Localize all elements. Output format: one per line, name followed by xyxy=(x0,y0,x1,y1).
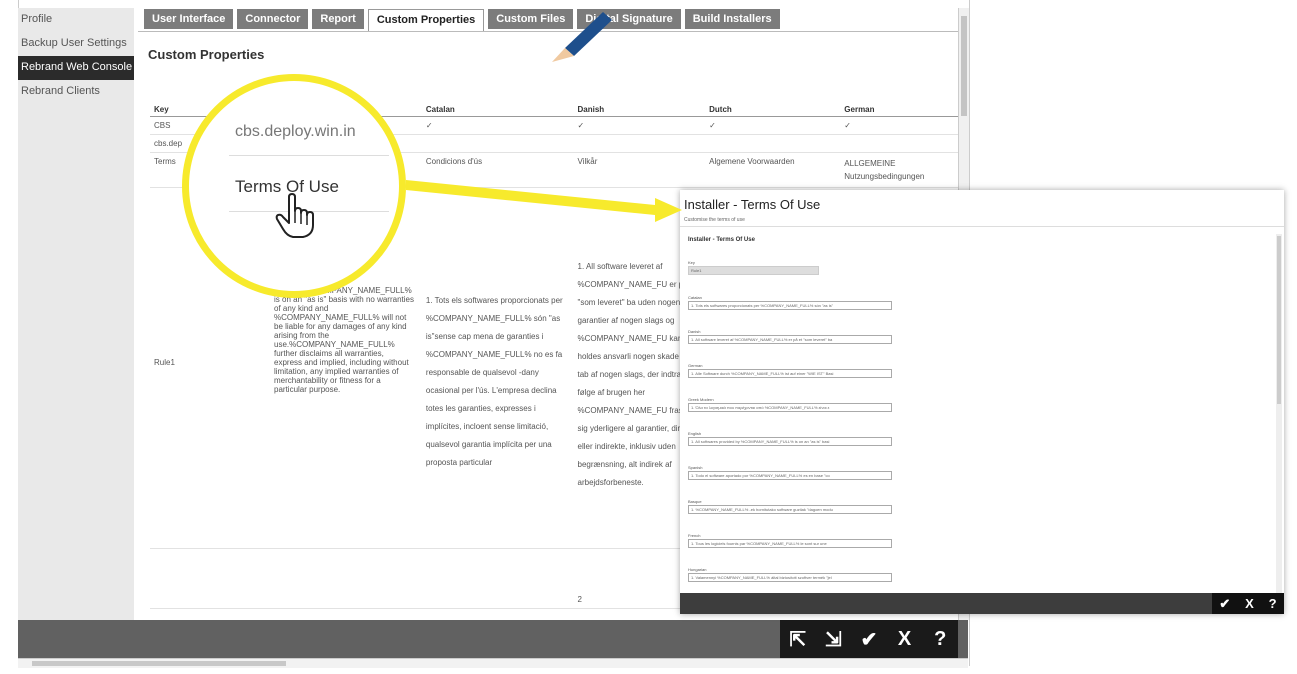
divider xyxy=(229,155,389,156)
cancel-button[interactable]: X xyxy=(893,628,917,651)
action-toolbar: ⇱ ⇲ ✔ X ? xyxy=(780,620,958,658)
dialog-cancel-button[interactable]: X xyxy=(1245,596,1254,611)
tab-digital-signature[interactable]: Digital Signature xyxy=(577,9,681,29)
import-icon[interactable]: ⇲ xyxy=(821,627,845,652)
cell-danish: Vilkår xyxy=(573,152,706,188)
cell-dutch xyxy=(705,134,841,153)
german-input[interactable]: 1. Alle Software durch %COMPANY_NAME_FUL… xyxy=(688,369,892,378)
cell-german xyxy=(840,134,958,153)
hand-cursor-icon xyxy=(275,193,314,238)
greek-field: Greek Modern 1. Όλα τα λογισμικά που παρ… xyxy=(688,397,892,412)
tab-custom-files[interactable]: Custom Files xyxy=(488,9,574,29)
export-icon[interactable]: ⇱ xyxy=(786,627,810,652)
scrollbar-thumb[interactable] xyxy=(1277,236,1281,404)
column-header-catalan[interactable]: Catalan xyxy=(421,102,574,117)
hungarian-input[interactable]: 1. Valamennyi %COMPANY_NAME_FULL% által … xyxy=(688,573,892,582)
dialog-body: Installer - Terms Of Use Key Rule1 Catal… xyxy=(680,226,1284,594)
tab-connector[interactable]: Connector xyxy=(237,9,309,29)
french-field: French 1. Tous les logiciels fournis par… xyxy=(688,533,892,548)
sidebar-item-backup-user-settings[interactable]: Backup User Settings xyxy=(18,32,134,56)
greek-input[interactable]: 1. Όλα τα λογισμικά που παρέχονται από %… xyxy=(688,403,892,412)
column-header-dutch[interactable]: Dutch xyxy=(705,102,841,117)
dialog-scrollbar[interactable] xyxy=(1276,234,1282,594)
danish-input[interactable]: 1. All software leveret af %COMPANY_NAME… xyxy=(688,335,892,344)
dialog-title: Installer - Terms Of Use xyxy=(684,197,821,212)
basque-input[interactable]: 1. %COMPANY_NAME_FULL% -ek hornitutako s… xyxy=(688,505,892,514)
page-title: Custom Properties xyxy=(148,47,265,62)
sidebar: Profile Backup User Settings Rebrand Web… xyxy=(18,8,134,620)
cell-dutch: ✓ xyxy=(705,116,841,135)
spanish-field: Spanish 1. Todo el software aportado por… xyxy=(688,465,892,480)
cell-catalan: 1. Tots els softwares proporcionats per … xyxy=(421,187,574,549)
tab-report[interactable]: Report xyxy=(312,9,364,29)
cell-catalan: ✓ xyxy=(421,116,574,135)
help-button[interactable]: ? xyxy=(928,628,952,651)
cell-catalan: Condicions d'ús xyxy=(421,152,574,188)
english-field: English 1. All softwares provided by %CO… xyxy=(688,431,892,446)
cell-key xyxy=(150,548,422,609)
scrollbar-thumb[interactable] xyxy=(32,661,286,666)
danish-field: Danish 1. All software leveret af %COMPA… xyxy=(688,329,892,344)
french-input[interactable]: 1. Tous les logiciels fournis par %COMPA… xyxy=(688,539,892,548)
english-input[interactable]: 1. All softwares provided by %COMPANY_NA… xyxy=(688,437,892,446)
dialog-section-title: Installer - Terms Of Use xyxy=(688,237,755,243)
column-header-german[interactable]: German xyxy=(840,102,958,117)
sidebar-item-profile[interactable]: Profile xyxy=(18,8,134,32)
key-input: Rule1 xyxy=(688,266,819,275)
horizontal-scrollbar[interactable] xyxy=(18,658,968,668)
dialog-help-button[interactable]: ? xyxy=(1269,596,1277,611)
basque-field: Basque 1. %COMPANY_NAME_FULL% -ek hornit… xyxy=(688,499,892,514)
tab-build-installers[interactable]: Build Installers xyxy=(684,9,780,29)
save-button[interactable]: ✔ xyxy=(857,627,881,652)
cell-dutch: Algemene Voorwaarden xyxy=(705,152,841,188)
magnifier-callout: cbs.deploy.win.in Terms Of Use xyxy=(182,74,406,298)
scrollbar-thumb[interactable] xyxy=(961,16,967,116)
cell-danish xyxy=(573,134,706,153)
tab-bar: User Interface Connector Report Custom P… xyxy=(144,9,780,32)
magnified-key: cbs.deploy.win.in xyxy=(235,123,356,140)
spanish-input[interactable]: 1. Todo el software aportado por %COMPAN… xyxy=(688,471,892,480)
cell-german: ALLGEMEINE Nutzungsbedingungen xyxy=(840,152,958,188)
column-header-danish[interactable]: Danish xyxy=(573,102,706,117)
sidebar-item-rebrand-web-console[interactable]: Rebrand Web Console xyxy=(18,56,134,80)
cell-german: ✓ xyxy=(840,116,958,135)
hungarian-field: Hungarian 1. Valamennyi %COMPANY_NAME_FU… xyxy=(688,567,892,582)
sidebar-item-rebrand-clients[interactable]: Rebrand Clients xyxy=(18,80,134,104)
key-field: Key Rule1 xyxy=(688,260,892,275)
cell-danish: ✓ xyxy=(573,116,706,135)
tab-custom-properties[interactable]: Custom Properties xyxy=(367,9,485,32)
terms-of-use-dialog: Installer - Terms Of Use Customise the t… xyxy=(680,190,1284,614)
dialog-subtitle: Customise the terms of use xyxy=(684,217,745,223)
tab-user-interface[interactable]: User Interface xyxy=(144,9,234,29)
dialog-save-button[interactable]: ✔ xyxy=(1219,596,1230,612)
catalan-input[interactable]: 1. Tots els softwares proporcionats per … xyxy=(688,301,892,310)
dialog-actions: ✔ X ? xyxy=(1212,593,1284,614)
cell-catalan xyxy=(421,548,574,609)
dialog-footer: ✔ X ? xyxy=(680,593,1284,614)
catalan-field: Catalan 1. Tots els softwares proporcion… xyxy=(688,295,892,310)
german-field: German 1. Alle Software durch %COMPANY_N… xyxy=(688,363,892,378)
cell-catalan xyxy=(421,134,574,153)
